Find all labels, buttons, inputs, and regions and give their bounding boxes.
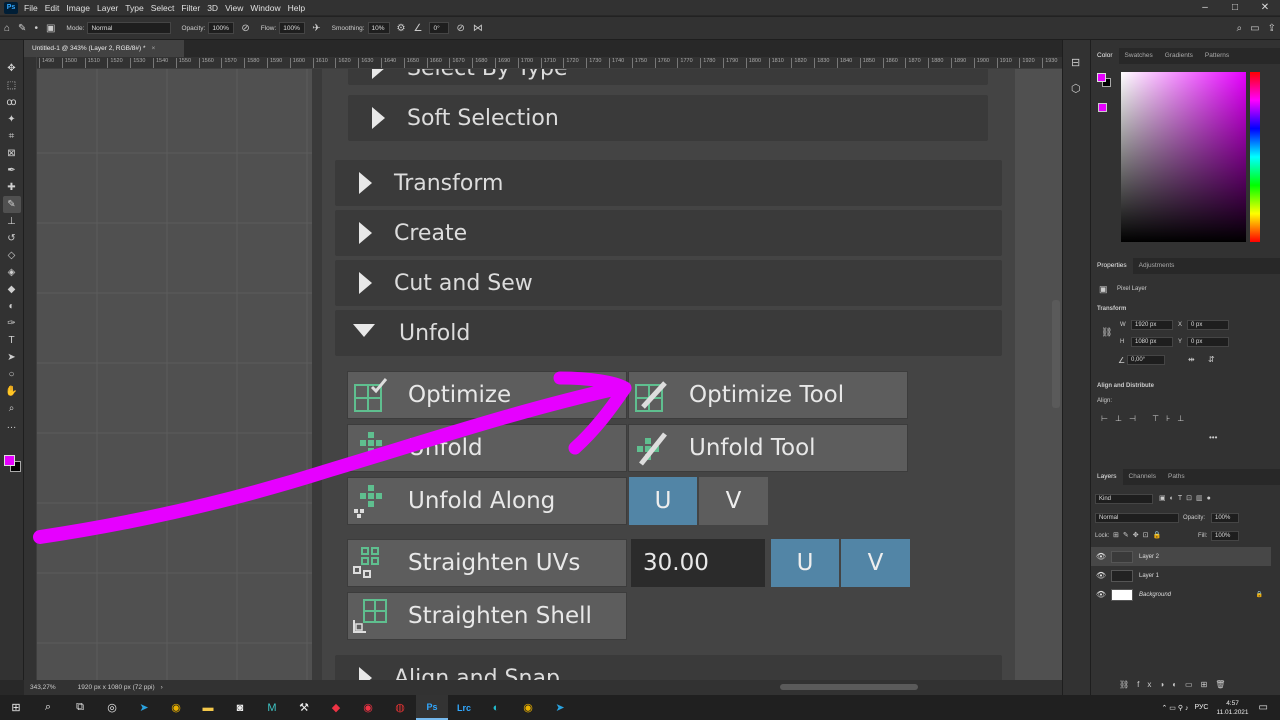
language-indicator[interactable]: РУС xyxy=(1194,704,1208,711)
status-menu-icon[interactable]: › xyxy=(161,684,163,691)
app-icon-2[interactable]: ◙ xyxy=(224,695,256,720)
right-panels: Color Swatches Gradients Patterns Proper… xyxy=(1090,40,1280,695)
align-distribute-heading[interactable]: Align and Distribute xyxy=(1097,383,1154,389)
document-size: 1920 px x 1080 px (72 ppi) xyxy=(77,684,155,691)
y-label: Y xyxy=(1178,339,1183,345)
canvas-horizontal-scrollbar[interactable] xyxy=(780,684,918,690)
lock-icons[interactable]: ⊞✎✥⊡🔒 xyxy=(1113,531,1165,539)
file-explorer-icon[interactable]: ▬ xyxy=(192,695,224,720)
layer-actions-icons[interactable]: ⛓fx◑◐▭⊞🗑 xyxy=(1119,680,1233,689)
lock-icon[interactable]: 🔒 xyxy=(1256,591,1263,598)
app-icon-3[interactable]: ⚒ xyxy=(288,695,320,720)
tab-adjustments[interactable]: Adjustments xyxy=(1133,258,1181,274)
align-label: Align: xyxy=(1097,398,1113,404)
tab-properties[interactable]: Properties xyxy=(1091,258,1133,274)
transform-heading[interactable]: Transform xyxy=(1097,306,1126,312)
tray-icons[interactable]: ⌃ ▭ ⚲ ♪ xyxy=(1162,704,1189,712)
layer-thumbnail xyxy=(1111,550,1133,563)
angle-icon: ∠ xyxy=(1118,356,1126,365)
windows-start-icon[interactable]: ⊞ xyxy=(0,695,32,720)
edge-icon[interactable]: ◐ xyxy=(480,695,512,720)
tab-color[interactable]: Color xyxy=(1091,48,1119,64)
history-icon[interactable]: ⊟ xyxy=(1071,56,1080,69)
collapsed-panel-strip: ⊟ ⬡ xyxy=(1062,40,1090,695)
y-field[interactable]: 0 px xyxy=(1187,337,1229,347)
app-icon-5[interactable]: ◉ xyxy=(352,695,384,720)
search-icon[interactable]: ⌕ xyxy=(32,695,64,720)
3d-icon[interactable]: ⬡ xyxy=(1071,82,1081,95)
app-icon-6[interactable]: ◍ xyxy=(384,695,416,720)
clock[interactable]: 4:57 11.01.2021 xyxy=(1216,699,1248,717)
layer-opacity-label: Opacity: xyxy=(1183,515,1206,521)
clock-date: 11.01.2021 xyxy=(1216,708,1249,716)
hue-slider[interactable] xyxy=(1250,72,1260,242)
system-tray: ⌃ ▭ ⚲ ♪ РУС 4:57 11.01.2021 ▭ xyxy=(1162,695,1280,720)
layer-thumbnail xyxy=(1111,569,1133,582)
align-buttons-icon[interactable]: ⊢⊥⊣ ⊤⊦⊥ xyxy=(1101,414,1191,423)
telegram-icon[interactable]: ➤ xyxy=(128,695,160,720)
tab-layers[interactable]: Layers xyxy=(1091,469,1123,485)
layer-opacity-field[interactable]: 100% xyxy=(1211,513,1239,523)
layer-filter-select[interactable]: Kind xyxy=(1095,494,1153,504)
clock-time: 4:57 xyxy=(1226,699,1239,707)
app-icon-4[interactable]: ◆ xyxy=(320,695,352,720)
fill-field[interactable]: 100% xyxy=(1211,531,1239,541)
visibility-eye-icon[interactable]: 👁 xyxy=(1091,571,1111,580)
more-options-icon[interactable]: ••• xyxy=(1209,433,1217,442)
app-icon-1[interactable]: ◎ xyxy=(96,695,128,720)
flip-horizontal-icon[interactable]: ⇹ xyxy=(1188,355,1195,364)
layer-row-background[interactable]: 👁 Background 🔒 xyxy=(1091,585,1271,604)
windows-taskbar: ⊞ ⌕ ⧉ ◎ ➤ ◉ ▬ ◙ M ⚒ ◆ ◉ ◍ Ps Lrc ◐ ◉ ➤ xyxy=(0,695,1280,720)
canvas-vertical-scrollbar[interactable] xyxy=(1052,300,1060,408)
tab-swatches[interactable]: Swatches xyxy=(1119,48,1159,64)
layer-name: Background xyxy=(1139,591,1172,598)
chrome-icon-2[interactable]: ◉ xyxy=(512,695,544,720)
h-label: H xyxy=(1120,339,1125,345)
lock-label: Lock: xyxy=(1095,533,1110,539)
layers-panel-tabs: Layers Channels Paths xyxy=(1091,469,1280,485)
layer-name: Layer 2 xyxy=(1139,553,1160,560)
notifications-icon[interactable]: ▭ xyxy=(1259,702,1268,713)
flip-vertical-icon[interactable]: ⇵ xyxy=(1208,355,1215,364)
color-panel-tabs: Color Swatches Gradients Patterns xyxy=(1091,48,1280,64)
tab-patterns[interactable]: Patterns xyxy=(1199,48,1235,64)
telegram-icon-2[interactable]: ➤ xyxy=(544,695,576,720)
zoom-level[interactable]: 343,27% xyxy=(30,684,56,691)
photoshop-taskbar-icon[interactable]: Ps xyxy=(416,695,448,720)
visibility-eye-icon[interactable]: 👁 xyxy=(1091,552,1111,561)
height-field[interactable]: 1080 px xyxy=(1131,337,1173,347)
layer-row-layer1[interactable]: 👁 Layer 1 xyxy=(1091,566,1271,585)
pixel-layer-label: Pixel Layer xyxy=(1117,286,1147,292)
color-picker-field[interactable] xyxy=(1121,72,1246,242)
properties-panel-tabs: Properties Adjustments xyxy=(1091,258,1280,274)
maya-icon[interactable]: M xyxy=(256,695,288,720)
angle-field[interactable]: 0,00° xyxy=(1127,355,1165,365)
tab-channels[interactable]: Channels xyxy=(1123,469,1162,485)
width-field[interactable]: 1920 px xyxy=(1131,320,1173,330)
visibility-eye-icon[interactable]: 👁 xyxy=(1091,590,1111,599)
w-label: W xyxy=(1120,322,1126,328)
pixel-layer-icon: ▣ xyxy=(1099,284,1108,294)
tab-paths[interactable]: Paths xyxy=(1162,469,1191,485)
layer-thumbnail xyxy=(1111,588,1133,601)
color-panel-swatches[interactable] xyxy=(1097,73,1111,87)
lightroom-icon[interactable]: Lrc xyxy=(448,695,480,720)
blend-mode-select[interactable]: Normal xyxy=(1095,513,1179,523)
x-field[interactable]: 0 px xyxy=(1187,320,1229,330)
link-icon[interactable]: ⛓ xyxy=(1101,327,1112,338)
layer-filter-icons[interactable]: ▣◐T⊡▥● xyxy=(1159,494,1215,502)
chrome-icon[interactable]: ◉ xyxy=(160,695,192,720)
task-view-icon[interactable]: ⧉ xyxy=(64,695,96,720)
layer-name: Layer 1 xyxy=(1139,572,1160,579)
layer-row-layer2[interactable]: 👁 Layer 2 xyxy=(1091,547,1271,566)
color-warning-swatch[interactable] xyxy=(1098,103,1107,112)
x-label: X xyxy=(1178,322,1183,328)
tab-gradients[interactable]: Gradients xyxy=(1159,48,1199,64)
fill-label: Fill: xyxy=(1198,533,1208,539)
